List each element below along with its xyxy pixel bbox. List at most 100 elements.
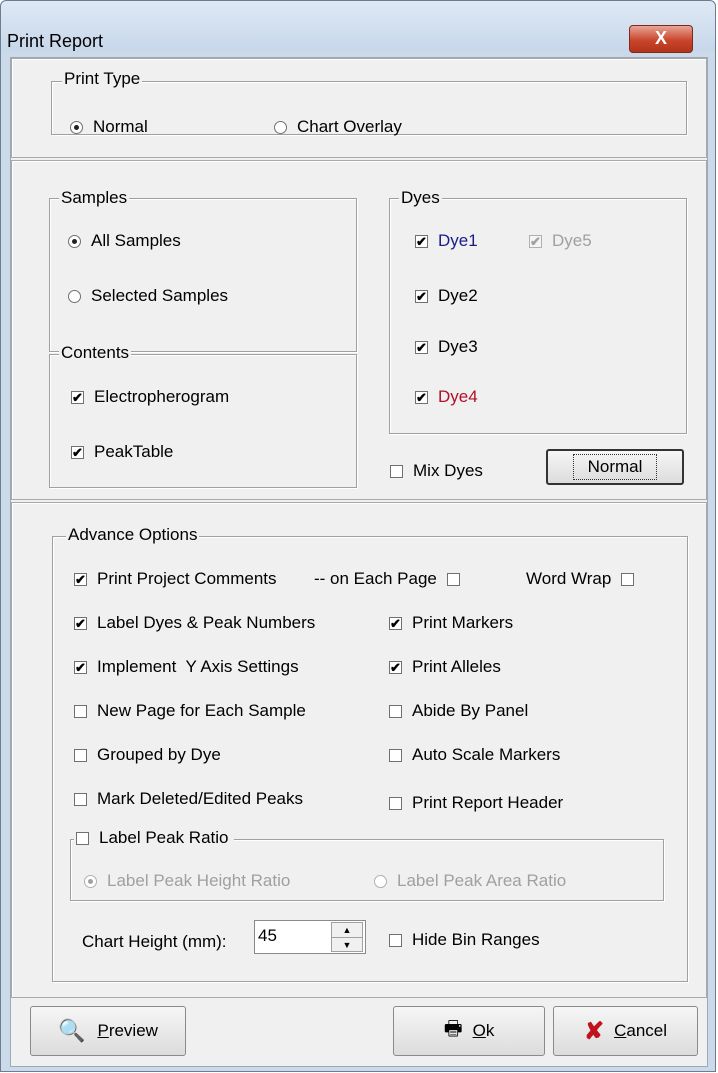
radio-chart-overlay-indicator[interactable] [274,120,287,134]
preview-button[interactable]: 🔍 Preview [30,1006,186,1056]
checkbox-implement-y-axis-box[interactable]: ✔ [74,660,87,674]
chart-height-label: Chart Height (mm): [82,932,227,951]
checkbox-dye5-label: Dye5 [552,231,592,250]
checkbox-print-alleles-label: Print Alleles [412,657,501,676]
checkbox-peaktable-box[interactable]: ✔ [71,445,84,459]
checkbox-label-peak-ratio-box[interactable] [76,831,89,845]
checkbox-dye4-label: Dye4 [438,387,478,406]
checkbox-hide-bin-ranges[interactable]: Hide Bin Ranges [389,930,540,950]
chart-height-input[interactable]: 45 [258,926,277,946]
checkbox-print-project-comments[interactable]: ✔ Print Project Comments [74,569,277,589]
radio-all-samples-label: All Samples [91,231,181,250]
checkbox-abide-by-panel-box[interactable] [389,704,402,718]
checkbox-mark-deleted-edited-peaks[interactable]: Mark Deleted/Edited Peaks [74,789,303,809]
radio-all-samples[interactable]: All Samples [68,231,181,251]
checkbox-dye3-label: Dye3 [438,337,478,356]
checkbox-implement-y-axis[interactable]: ✔ Implement Y Axis Settings [74,657,299,677]
checkbox-print-alleles-box[interactable]: ✔ [389,660,402,674]
advance-options-panel: Advance Options ✔ Print Project Comments… [11,502,707,998]
radio-normal[interactable]: Normal [70,117,148,137]
samples-group [49,198,357,352]
dyes-legend: Dyes [399,188,442,208]
checkbox-dye4-box[interactable]: ✔ [415,390,428,404]
checkbox-electropherogram-box[interactable]: ✔ [71,390,84,404]
chart-height-spinner: 45 ▲ ▼ [254,920,366,954]
radio-normal-indicator[interactable] [70,120,83,134]
contents-group [49,354,357,488]
preview-button-label: Preview [97,1021,158,1040]
checkbox-word-wrap-box[interactable] [621,572,635,586]
checkbox-mix-dyes[interactable]: Mix Dyes [390,461,483,481]
checkbox-abide-by-panel[interactable]: Abide By Panel [389,701,528,721]
checkbox-hide-bin-ranges-box[interactable] [389,933,402,947]
checkbox-peaktable[interactable]: ✔ PeakTable [71,442,173,462]
radio-chart-overlay-label: Chart Overlay [297,117,402,136]
checkbox-auto-scale-markers-label: Auto Scale Markers [412,745,561,764]
checkbox-dye3[interactable]: ✔ Dye3 [415,337,478,357]
checkbox-label-peak-ratio[interactable]: Label Peak Ratio [74,828,235,848]
checkbox-label-dyes-peak-numbers[interactable]: ✔ Label Dyes & Peak Numbers [74,613,315,633]
spin-up-icon[interactable]: ▲ [332,923,362,938]
ok-button-label: Ok [472,1021,495,1040]
checkbox-print-project-comments-box[interactable]: ✔ [74,572,87,586]
radio-label-peak-area-ratio-indicator [374,874,387,888]
checkbox-print-report-header-label: Print Report Header [412,793,564,812]
radio-normal-label: Normal [93,117,148,136]
radio-selected-samples-label: Selected Samples [91,286,229,305]
ok-button[interactable]: 🖶 Ok [393,1006,545,1056]
checkbox-mix-dyes-label: Mix Dyes [413,461,483,480]
spin-down-icon[interactable]: ▼ [332,938,362,952]
checkbox-on-each-page-box[interactable] [446,572,460,586]
radio-label-peak-area-ratio: Label Peak Area Ratio [374,871,566,891]
checkbox-print-alleles[interactable]: ✔ Print Alleles [389,657,501,677]
dialog-body: Print Type Normal Chart Overlay Samples … [10,57,708,1067]
checkbox-new-page-each-sample-label: New Page for Each Sample [97,701,306,720]
checkbox-mark-deleted-edited-peaks-box[interactable] [74,792,87,806]
checkbox-on-each-page-label: -- on Each Page [314,569,437,588]
checkbox-abide-by-panel-label: Abide By Panel [412,701,529,720]
chart-height-arrows[interactable]: ▲ ▼ [331,922,363,952]
checkbox-dye3-box[interactable]: ✔ [415,340,428,354]
radio-label-peak-height-ratio: Label Peak Height Ratio [84,871,290,891]
checkbox-peaktable-label: PeakTable [94,442,174,461]
checkbox-grouped-by-dye[interactable]: Grouped by Dye [74,745,221,765]
radio-all-samples-indicator[interactable] [68,234,81,248]
cancel-x-icon: ✘ [583,1017,605,1045]
checkbox-new-page-each-sample-box[interactable] [74,704,87,718]
checkbox-dye4[interactable]: ✔ Dye4 [415,387,478,407]
checkbox-word-wrap-label: Word Wrap [526,569,612,588]
title-bar[interactable]: Print Report X [1,1,715,53]
checkbox-mix-dyes-box[interactable] [390,464,403,478]
checkbox-label-dyes-peak-numbers-box[interactable]: ✔ [74,616,87,630]
checkbox-on-each-page[interactable]: -- on Each Page [314,569,460,589]
checkbox-dye2-box[interactable]: ✔ [415,289,428,303]
radio-selected-samples-indicator[interactable] [68,289,81,303]
checkbox-electropherogram[interactable]: ✔ Electropherogram [71,387,229,407]
checkbox-print-report-header-box[interactable] [389,796,402,810]
samples-dyes-panel: Samples All Samples Selected Samples Con… [11,160,707,500]
window-title: Print Report [7,31,104,51]
checkbox-dye2-label: Dye2 [438,286,478,305]
radio-label-peak-height-ratio-indicator [84,874,97,888]
checkbox-auto-scale-markers[interactable]: Auto Scale Markers [389,745,560,765]
checkbox-auto-scale-markers-box[interactable] [389,748,402,762]
checkbox-implement-y-axis-label: Implement Y Axis Settings [97,657,299,676]
close-button[interactable]: X [629,25,693,53]
checkbox-label-peak-ratio-label: Label Peak Ratio [99,828,229,847]
checkbox-print-markers[interactable]: ✔ Print Markers [389,613,513,633]
checkbox-print-report-header[interactable]: Print Report Header [389,793,563,813]
print-type-panel: Print Type Normal Chart Overlay [11,58,707,158]
cancel-button[interactable]: ✘ Cancel [553,1006,698,1056]
checkbox-grouped-by-dye-label: Grouped by Dye [97,745,221,764]
checkbox-print-markers-box[interactable]: ✔ [389,616,402,630]
label-peak-ratio-group [70,839,664,901]
checkbox-grouped-by-dye-box[interactable] [74,748,87,762]
checkbox-word-wrap[interactable]: Word Wrap [526,569,635,589]
checkbox-dye2[interactable]: ✔ Dye2 [415,286,478,306]
normal-mode-button[interactable]: Normal [546,449,684,485]
checkbox-dye1[interactable]: ✔ Dye1 [415,231,478,251]
radio-selected-samples[interactable]: Selected Samples [68,286,228,306]
checkbox-dye1-box[interactable]: ✔ [415,234,428,248]
checkbox-new-page-each-sample[interactable]: New Page for Each Sample [74,701,306,721]
radio-chart-overlay[interactable]: Chart Overlay [274,117,402,137]
